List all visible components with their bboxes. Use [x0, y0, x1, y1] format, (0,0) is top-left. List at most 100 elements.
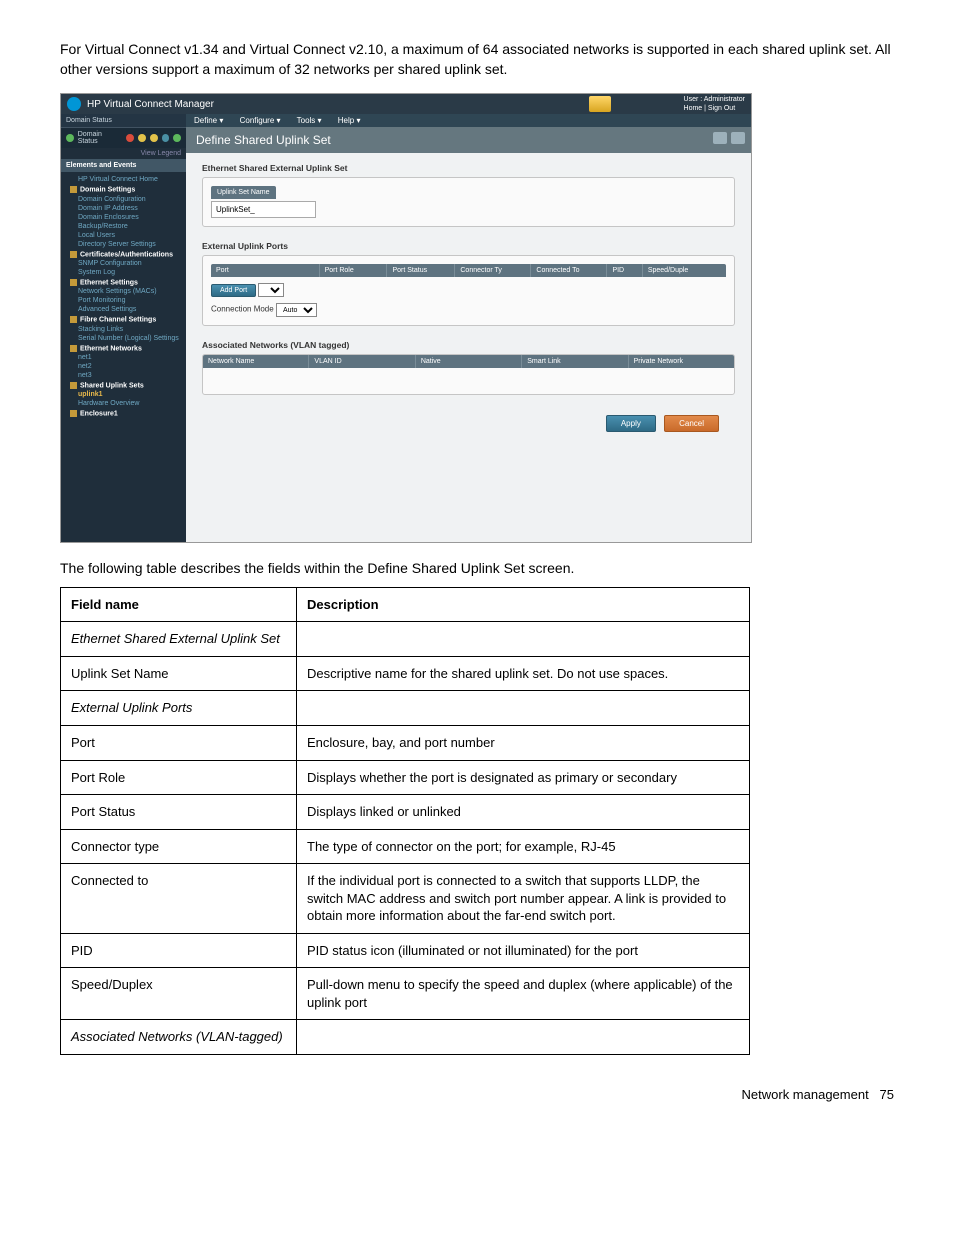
- nav-item[interactable]: Domain Enclosures: [66, 213, 181, 222]
- description-cell: Enclosure, bay, and port number: [297, 725, 750, 760]
- connection-mode-select[interactable]: Auto: [276, 303, 317, 317]
- nav-item[interactable]: Directory Server Settings: [66, 240, 181, 249]
- app-title: HP Virtual Connect Manager: [87, 99, 214, 110]
- warning-icon: [162, 134, 170, 142]
- nav-item[interactable]: Stacking Links: [66, 325, 181, 334]
- field-name-cell: Uplink Set Name: [61, 656, 297, 691]
- nav-enclosure[interactable]: Enclosure1: [66, 408, 181, 418]
- connection-mode-label: Connection Mode: [211, 305, 274, 314]
- view-legend-link[interactable]: View Legend: [61, 148, 186, 159]
- col-pid: PID: [607, 264, 642, 277]
- panel1-heading: Ethernet Shared External Uplink Set: [202, 163, 735, 173]
- menu-define[interactable]: Define ▾: [194, 116, 223, 125]
- nav-item[interactable]: Backup/Restore: [66, 222, 181, 231]
- field-name-cell: Associated Networks (VLAN-tagged): [61, 1020, 297, 1055]
- cancel-button[interactable]: Cancel: [664, 415, 719, 432]
- apply-button[interactable]: Apply: [606, 415, 656, 432]
- field-name-cell: Speed/Duplex: [61, 968, 297, 1020]
- nav-item[interactable]: Local Users: [66, 231, 181, 240]
- nav-item[interactable]: System Log: [66, 268, 181, 277]
- elements-events-header: Elements and Events: [61, 159, 186, 172]
- normal-icon: [173, 134, 181, 142]
- ports-table-header: Port Port Role Port Status Connector Ty …: [211, 264, 726, 277]
- description-cell: [297, 1020, 750, 1055]
- field-name-cell: External Uplink Ports: [61, 691, 297, 726]
- action-buttons: Apply Cancel: [202, 409, 735, 432]
- user-label: User : Administrator: [684, 96, 745, 103]
- main-panel: Define ▾ Configure ▾ Tools ▾ Help ▾ Defi…: [186, 114, 751, 542]
- field-name-cell: Port: [61, 725, 297, 760]
- nav-item[interactable]: Serial Number (Logical) Settings: [66, 334, 181, 343]
- nav-item[interactable]: net1: [66, 353, 181, 362]
- menu-configure[interactable]: Configure ▾: [240, 116, 281, 125]
- description-cell: PID status icon (illuminated or not illu…: [297, 933, 750, 968]
- description-cell: Displays whether the port is designated …: [297, 760, 750, 795]
- field-name-cell: Connected to: [61, 864, 297, 934]
- nav-home[interactable]: HP Virtual Connect Home: [66, 175, 181, 184]
- nav-item[interactable]: Network Settings (MACs): [66, 287, 181, 296]
- nav-shared-uplink-sets[interactable]: Shared Uplink Sets: [66, 380, 181, 390]
- nav-ethernet-settings[interactable]: Ethernet Settings: [66, 277, 181, 287]
- table-caption: The following table describes the fields…: [60, 559, 894, 579]
- footer-page-number: 75: [880, 1087, 894, 1102]
- th-field-name: Field name: [61, 587, 297, 622]
- add-port-select[interactable]: [258, 283, 284, 297]
- col-smart-link: Smart Link: [522, 355, 628, 368]
- major-icon: [138, 134, 146, 142]
- nav-fibre-channel[interactable]: Fibre Channel Settings: [66, 314, 181, 324]
- print-icon[interactable]: [713, 132, 727, 144]
- menu-tools[interactable]: Tools ▾: [297, 116, 322, 125]
- add-port-button[interactable]: Add Port: [211, 284, 256, 297]
- nav-item[interactable]: net3: [66, 371, 181, 380]
- nav-item[interactable]: Advanced Settings: [66, 305, 181, 314]
- col-connector-type: Connector Ty: [455, 264, 531, 277]
- description-cell: The type of connector on the port; for e…: [297, 829, 750, 864]
- user-links[interactable]: Home | Sign Out: [684, 105, 736, 112]
- uplink-set-name-input[interactable]: [211, 201, 316, 218]
- description-cell: Pull-down menu to specify the speed and …: [297, 968, 750, 1020]
- menu-bar: Define ▾ Configure ▾ Tools ▾ Help ▾: [186, 114, 751, 127]
- nav-item[interactable]: Domain IP Address: [66, 204, 181, 213]
- help-icon[interactable]: [731, 132, 745, 144]
- nav-item[interactable]: Domain Configuration: [66, 195, 181, 204]
- nav-certificates[interactable]: Certificates/Authentications: [66, 249, 181, 259]
- th-description: Description: [297, 587, 750, 622]
- nav-domain-settings[interactable]: Domain Settings: [66, 184, 181, 194]
- description-cell: [297, 622, 750, 657]
- menu-help[interactable]: Help ▾: [338, 116, 361, 125]
- col-native: Native: [416, 355, 522, 368]
- nav-item[interactable]: Port Monitoring: [66, 296, 181, 305]
- nav-tree: HP Virtual Connect Home Domain Settings …: [61, 172, 186, 424]
- field-name-cell: Ethernet Shared External Uplink Set: [61, 622, 297, 657]
- panel3-heading: Associated Networks (VLAN tagged): [202, 340, 735, 350]
- col-private-network: Private Network: [629, 355, 734, 368]
- critical-icon: [126, 134, 134, 142]
- sidebar: Domain Status Domain Status View Legend …: [61, 114, 186, 542]
- domain-status-header: Domain Status: [61, 114, 186, 128]
- field-name-cell: PID: [61, 933, 297, 968]
- nav-item-selected[interactable]: uplink1: [66, 390, 181, 399]
- col-port: Port: [211, 264, 320, 277]
- field-name-cell: Port Status: [61, 795, 297, 830]
- description-cell: Descriptive name for the shared uplink s…: [297, 656, 750, 691]
- nav-ethernet-networks[interactable]: Ethernet Networks: [66, 343, 181, 353]
- description-cell: [297, 691, 750, 726]
- col-connected-to: Connected To: [531, 264, 607, 277]
- panel2-heading: External Uplink Ports: [202, 241, 735, 251]
- col-speed-duplex: Speed/Duple: [643, 264, 726, 277]
- page-title-bar: Define Shared Uplink Set: [186, 127, 751, 153]
- field-name-cell: Connector type: [61, 829, 297, 864]
- field-name-cell: Port Role: [61, 760, 297, 795]
- uplink-set-name-header: Uplink Set Name: [211, 186, 276, 199]
- nav-hardware-overview[interactable]: Hardware Overview: [66, 399, 181, 408]
- description-cell: Displays linked or unlinked: [297, 795, 750, 830]
- nav-item[interactable]: SNMP Configuration: [66, 259, 181, 268]
- title-bar: HP Virtual Connect Manager User : Admini…: [61, 94, 751, 114]
- col-port-status: Port Status: [387, 264, 455, 277]
- minor-icon: [150, 134, 158, 142]
- status-label: Domain Status: [78, 131, 123, 145]
- description-cell: If the individual port is connected to a…: [297, 864, 750, 934]
- nav-item[interactable]: net2: [66, 362, 181, 371]
- col-network-name: Network Name: [203, 355, 309, 368]
- hp-logo-icon: [67, 97, 81, 111]
